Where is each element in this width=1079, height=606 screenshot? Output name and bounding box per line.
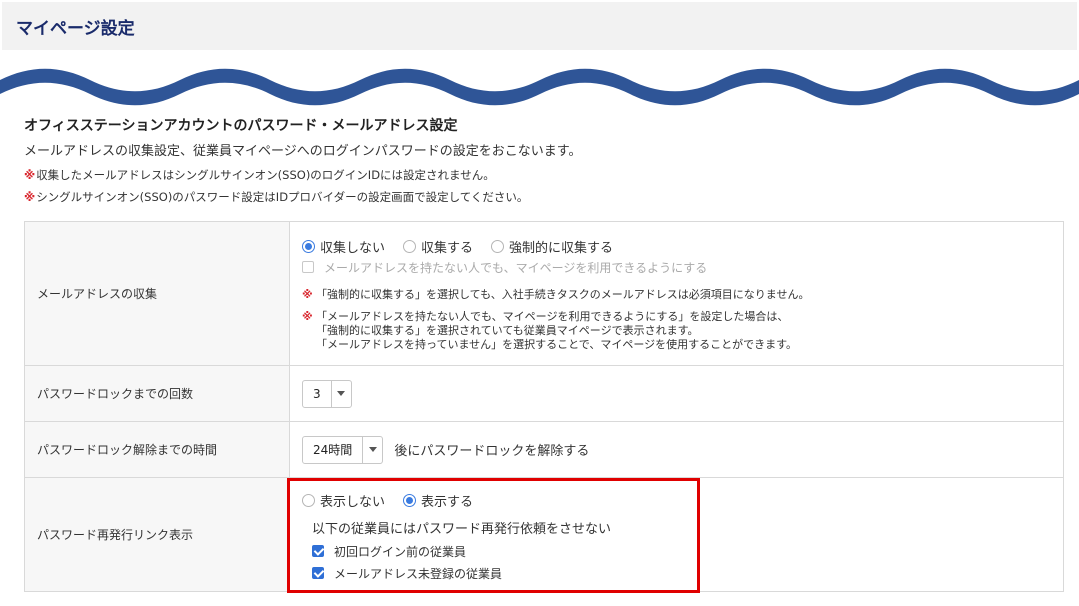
radio-collect[interactable] xyxy=(403,239,417,253)
radio-label[interactable]: 強制的に収集する xyxy=(509,237,613,256)
warning-2: ※ 「メールアドレスを持たない人でも、マイページを利用できるようにする」を設定し… xyxy=(302,310,1063,352)
account-settings-section: オフィスステーションアカウントのパスワード・メールアドレス設定 メールアドレスの… xyxy=(24,116,1064,205)
email-collection-cell: 収集しない 収集する 強制的に収集する メールアドレスを持たない人でも、マイペー… xyxy=(289,221,1064,366)
row-label: パスワードロックまでの回数 xyxy=(24,365,290,422)
note-mark: ※ xyxy=(24,168,36,182)
torn-edge-wave xyxy=(0,68,1079,106)
section-description: メールアドレスの収集設定、従業員マイページへのログインパスワードの設定をおこない… xyxy=(24,144,582,159)
row-lock-time: パスワードロック解除までの時間 24時間 後にパスワードロックを解除する xyxy=(24,421,1064,478)
radio-label[interactable]: 収集する xyxy=(421,237,473,256)
radio-label[interactable]: 収集しない xyxy=(320,237,385,256)
warning-2-lines: 「メールアドレスを持たない人でも、マイページを利用できるようにする」を設定した場… xyxy=(316,310,797,352)
checkbox-label[interactable]: 初回ログイン前の従業員 xyxy=(334,543,466,560)
radio-hide-link[interactable] xyxy=(302,493,315,507)
row-label: パスワードロック解除までの時間 xyxy=(24,421,290,478)
chevron-down-icon[interactable] xyxy=(362,436,382,463)
lock-time-select[interactable]: 24時間 xyxy=(302,435,384,464)
wave-shape xyxy=(0,68,1079,106)
note-mark: ※ xyxy=(302,310,313,323)
reissue-subheading: 以下の従業員にはパスワード再発行依頼をさせない xyxy=(312,522,612,537)
row-label: メールアドレスの収集 xyxy=(24,221,290,366)
lock-count-cell: 3 xyxy=(289,365,1064,422)
lock-time-suffix: 後にパスワードロックを解除する xyxy=(394,444,590,459)
lock-time-cell: 24時間 後にパスワードロックを解除する xyxy=(289,421,1064,478)
radio-no-collect[interactable] xyxy=(302,239,315,253)
page-header: マイページ設定 xyxy=(2,2,1077,50)
sso-note-2: ※シングルサインオン(SSO)のパスワード設定はIDプロバイダーの設定画面で設定… xyxy=(24,189,1064,205)
note-text: 収集したメールアドレスはシングルサインオン(SSO)のログインIDには設定されま… xyxy=(36,168,495,182)
exclude-no-email-checkbox[interactable] xyxy=(312,567,324,579)
radio-label[interactable]: 表示する xyxy=(421,491,473,510)
allow-no-email-checkbox[interactable] xyxy=(302,261,314,273)
note-mark: ※ xyxy=(302,288,313,301)
row-label: パスワード再発行リンク表示 xyxy=(24,477,290,592)
allow-no-email-option: メールアドレスを持たない人でも、マイページを利用できるようにする xyxy=(302,258,1063,276)
page-title: マイページ設定 xyxy=(16,19,135,39)
settings-table: メールアドレスの収集 収集しない 収集する 強制的に収集する メールアドレスを持… xyxy=(24,221,1064,592)
email-collection-radio-group: 収集しない 収集する 強制的に収集する xyxy=(302,236,1063,256)
chevron-down-icon[interactable] xyxy=(330,380,351,407)
note-mark: ※ xyxy=(24,190,36,204)
row-email-collection: メールアドレスの収集 収集しない 収集する 強制的に収集する メールアドレスを持… xyxy=(24,221,1064,366)
reissue-radio-group: 表示しない 表示する xyxy=(302,490,1063,510)
exclude-first-login-option: 初回ログイン前の従業員 xyxy=(312,542,1063,560)
select-value: 3 xyxy=(313,386,321,401)
radio-show-link[interactable] xyxy=(403,493,417,507)
warning-text: 「強制的に収集する」を選択しても、入社手続きタスクのメールアドレスは必須項目にな… xyxy=(316,288,810,301)
warning-line: 「強制的に収集する」を選択されていても従業員マイページで表示されます。 xyxy=(316,324,699,337)
warning-line: 「メールアドレスを持たない人でも、マイページを利用できるようにする」を設定した場… xyxy=(316,310,789,323)
warning-1: ※ 「強制的に収集する」を選択しても、入社手続きタスクのメールアドレスは必須項目… xyxy=(302,288,1063,302)
select-value: 24時間 xyxy=(313,443,353,457)
row-lock-count: パスワードロックまでの回数 3 xyxy=(24,365,1064,422)
lock-count-select[interactable]: 3 xyxy=(302,379,352,408)
section-title: オフィスステーションアカウントのパスワード・メールアドレス設定 xyxy=(24,118,458,134)
exclude-no-email-option: メールアドレス未登録の従業員 xyxy=(312,564,1063,582)
warning-line: 「メールアドレスを持っていません」を選択することで、マイページを使用することがで… xyxy=(316,338,798,351)
note-text: シングルサインオン(SSO)のパスワード設定はIDプロバイダーの設定画面で設定し… xyxy=(36,190,529,204)
exclude-first-login-checkbox[interactable] xyxy=(312,545,324,557)
reissue-link-cell: 表示しない 表示する 以下の従業員にはパスワード再発行依頼をさせない 初回ログイ… xyxy=(289,477,1064,592)
sso-note-1: ※収集したメールアドレスはシングルサインオン(SSO)のログインIDには設定され… xyxy=(24,167,1064,183)
row-reissue-link: パスワード再発行リンク表示 表示しない 表示する 以下の従業員にはパスワード再発… xyxy=(24,477,1064,592)
radio-label[interactable]: 表示しない xyxy=(320,491,385,510)
checkbox-label[interactable]: メールアドレスを持たない人でも、マイページを利用できるようにする xyxy=(324,259,707,276)
checkbox-label[interactable]: メールアドレス未登録の従業員 xyxy=(334,565,502,582)
radio-force-collect[interactable] xyxy=(491,239,505,253)
